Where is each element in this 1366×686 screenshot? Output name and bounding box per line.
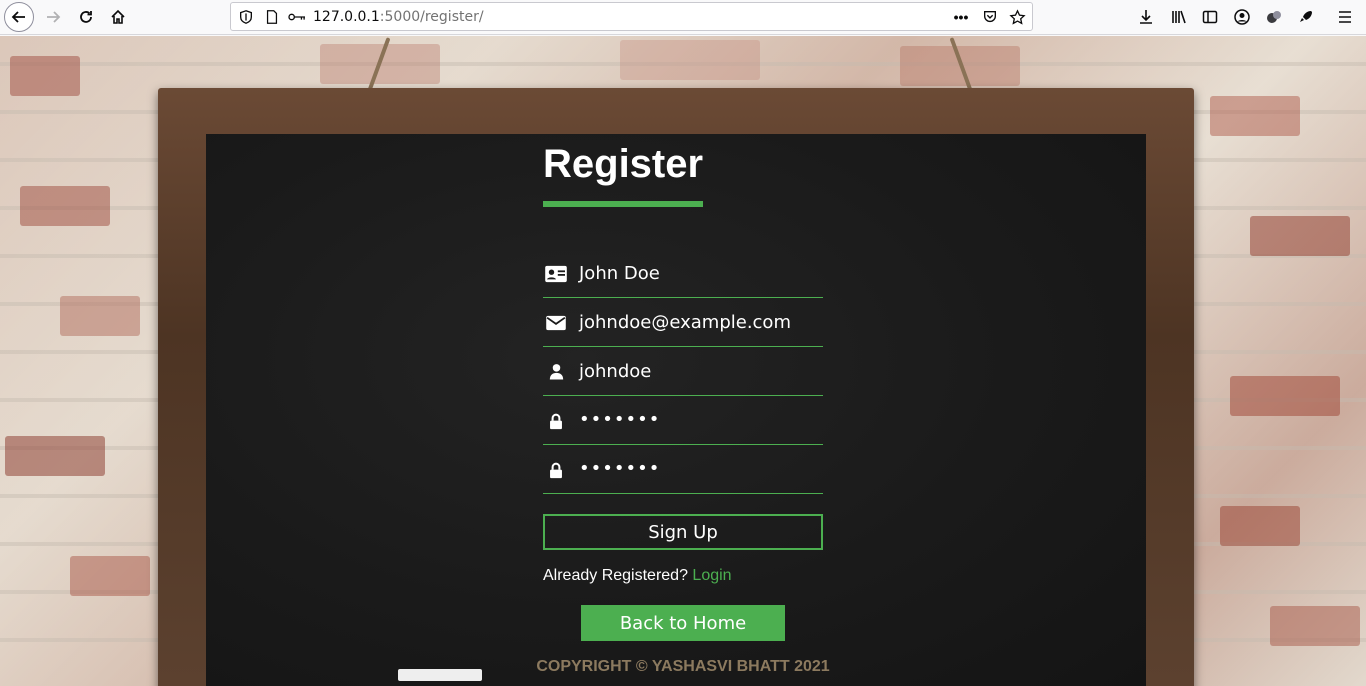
url-bar[interactable]: 127.0.0.1:5000/register/ ••• (230, 2, 1033, 31)
sidebar-button[interactable] (1195, 3, 1225, 31)
sign-up-button[interactable]: Sign Up (543, 514, 823, 550)
forward-button[interactable] (38, 3, 68, 31)
username-field[interactable]: johndoe (543, 352, 823, 396)
brick-texture (1270, 606, 1360, 646)
star-icon[interactable] (1007, 8, 1027, 26)
confirm-password-value: ••••••• (579, 458, 661, 479)
browser-toolbar: 127.0.0.1:5000/register/ ••• (0, 0, 1366, 35)
envelope-icon (543, 311, 569, 335)
brick-texture (1230, 376, 1340, 416)
library-button[interactable] (1164, 3, 1194, 31)
brick-texture (1250, 216, 1350, 256)
account-icon (1234, 9, 1250, 25)
brick-texture (1210, 96, 1300, 136)
brick-texture (60, 296, 140, 336)
page-actions-button[interactable]: ••• (951, 8, 971, 26)
rocket-icon (1300, 11, 1312, 22)
already-registered-label: Already Registered? (543, 567, 688, 584)
page-title: Register (543, 142, 704, 186)
login-link[interactable]: Login (692, 567, 731, 584)
brick-texture (10, 56, 80, 96)
email-field[interactable]: johndoe@example.com (543, 303, 823, 347)
page-viewport: Register John Doe johndoe@example.com jo… (0, 36, 1366, 686)
lock-icon (543, 409, 569, 433)
pocket-icon[interactable] (980, 8, 1000, 26)
reload-icon (80, 11, 92, 23)
key-icon[interactable] (286, 8, 308, 26)
name-field[interactable]: John Doe (543, 254, 823, 298)
already-registered-text: Already Registered? Login (543, 567, 732, 585)
brick-texture (20, 186, 110, 226)
brick-texture (70, 556, 150, 596)
password-field[interactable]: ••••••• (543, 401, 823, 445)
extension-icon (1267, 11, 1281, 23)
forward-arrow-icon (47, 11, 61, 23)
library-icon (1172, 10, 1186, 24)
account-button[interactable] (1227, 3, 1257, 31)
user-icon (543, 360, 569, 384)
menu-button[interactable] (1330, 3, 1360, 31)
email-value: johndoe@example.com (579, 312, 791, 333)
download-icon (1140, 10, 1152, 24)
hamburger-menu-icon (1339, 11, 1351, 23)
username-value: johndoe (579, 361, 652, 382)
id-card-icon (543, 262, 569, 286)
brick-texture (1220, 506, 1300, 546)
home-button[interactable] (103, 3, 133, 31)
shield-icon[interactable] (237, 8, 255, 26)
url-text[interactable]: 127.0.0.1:5000/register/ (313, 9, 484, 25)
name-value: John Doe (579, 263, 660, 284)
home-icon (111, 9, 125, 24)
extension-button[interactable] (1259, 3, 1289, 31)
brick-texture (620, 40, 760, 80)
sidebar-icon (1202, 10, 1218, 24)
copyright-footer: COPYRIGHT © YASHASVI BHATT 2021 (536, 658, 830, 675)
confirm-password-field[interactable]: ••••••• (543, 450, 823, 494)
password-value: ••••••• (579, 409, 661, 430)
brick-texture (5, 436, 105, 476)
back-to-home-button[interactable]: Back to Home (581, 605, 785, 641)
title-underline (543, 201, 703, 207)
reload-button[interactable] (71, 3, 101, 31)
back-button[interactable] (4, 2, 34, 32)
lock-icon (543, 458, 569, 482)
downloads-button[interactable] (1131, 3, 1161, 31)
extension-2-button[interactable] (1291, 3, 1321, 31)
back-arrow-icon (4, 2, 34, 32)
page-icon[interactable] (263, 8, 281, 26)
